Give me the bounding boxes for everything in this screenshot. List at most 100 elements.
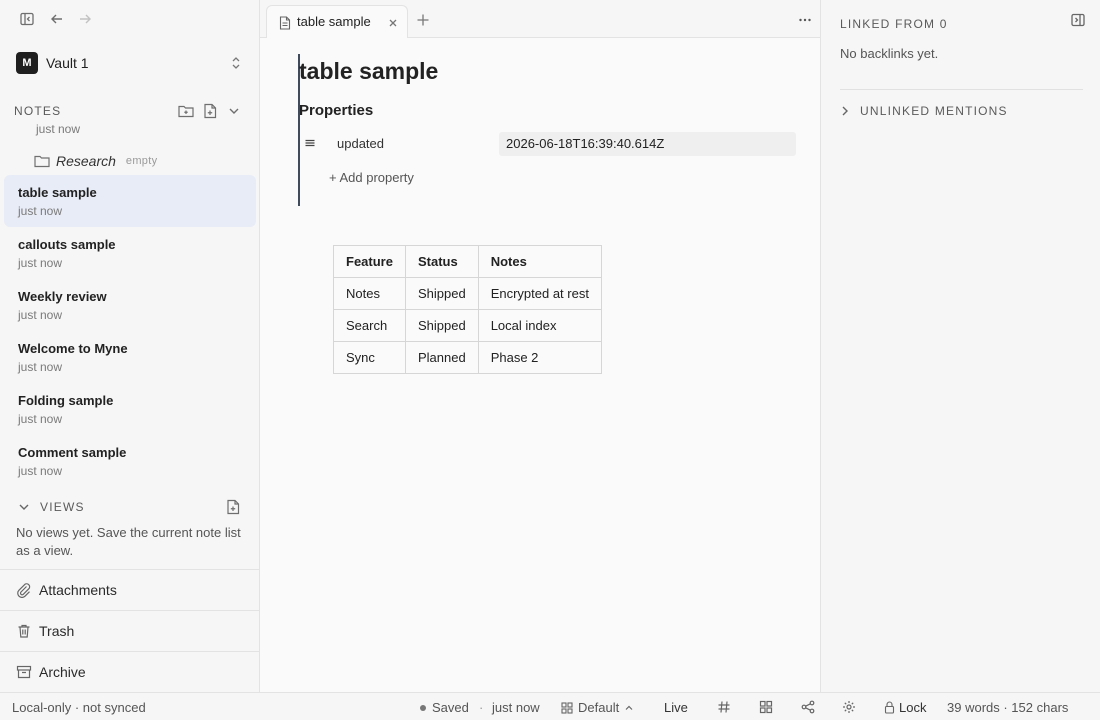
note-item-folding-sample[interactable]: Folding sample just now: [4, 383, 256, 435]
data-table: Feature Status Notes Notes Shipped Encry…: [333, 245, 602, 374]
collapse-notes-chevron-icon[interactable]: [225, 102, 243, 120]
new-tab-plus-icon[interactable]: [415, 12, 431, 28]
live-mode-button[interactable]: Live: [664, 700, 688, 715]
document-body: table sample Properties updated 2026-06-…: [260, 38, 820, 692]
archive-icon: [16, 664, 32, 680]
note-item-callouts-sample[interactable]: callouts sample just now: [4, 227, 256, 279]
grid-view-icon[interactable]: [759, 700, 773, 714]
note-item-weekly-review[interactable]: Weekly review just now: [4, 279, 256, 331]
paperclip-icon: [16, 582, 32, 599]
note-title: Welcome to Myne: [18, 341, 128, 356]
property-key[interactable]: updated: [337, 136, 384, 151]
saved-label: Saved: [432, 700, 469, 715]
unlinked-mentions-label: UNLINKED MENTIONS: [860, 104, 1008, 118]
vault-avatar: M: [16, 52, 38, 74]
note-item-comment-sample[interactable]: Comment sample just now: [4, 435, 256, 487]
close-tab-icon[interactable]: [387, 16, 399, 28]
tab-label: table sample: [297, 14, 371, 29]
note-time: just now: [18, 360, 63, 374]
table-cell[interactable]: Sync: [333, 341, 406, 374]
folder-name: Research: [56, 153, 116, 169]
properties-heading: Properties: [299, 102, 374, 119]
lock-label: Lock: [899, 700, 927, 715]
note-item-table-sample[interactable]: table sample just now: [4, 175, 256, 227]
note-title: Comment sample: [18, 445, 127, 460]
add-property-button[interactable]: + Add property: [329, 170, 414, 185]
trash-link[interactable]: Trash: [0, 610, 259, 651]
chevron-right-icon: [840, 105, 850, 117]
folder-icon: [34, 154, 50, 168]
lock-button[interactable]: Lock: [884, 700, 926, 715]
unlinked-mentions-toggle[interactable]: UNLINKED MENTIONS: [840, 104, 1008, 118]
lock-icon: [884, 701, 895, 714]
table-header-row: Feature Status Notes: [333, 245, 602, 278]
note-time: just now: [18, 204, 63, 218]
separator: ·: [479, 700, 484, 715]
note-time: just now: [18, 464, 63, 478]
new-view-icon[interactable]: [226, 499, 242, 517]
views-header-label: VIEWS: [40, 500, 85, 514]
archive-label: Archive: [39, 664, 86, 680]
forward-arrow-icon[interactable]: [76, 10, 94, 28]
saved-dot-icon: [420, 704, 426, 711]
table-cell[interactable]: Notes: [333, 277, 406, 310]
settings-gear-icon[interactable]: [842, 700, 856, 714]
vault-name: Vault 1: [46, 55, 89, 71]
page-title[interactable]: table sample: [299, 58, 438, 85]
note-time: just now: [36, 122, 81, 136]
saved-time: just now: [492, 700, 540, 715]
table-cell[interactable]: Shipped: [404, 309, 479, 342]
table-row: Notes Shipped Encrypted at rest: [333, 277, 602, 310]
attachments-link[interactable]: Attachments: [0, 569, 259, 610]
note-title: Folding sample: [18, 393, 114, 408]
tab-table-sample[interactable]: table sample: [266, 5, 408, 38]
attachments-label: Attachments: [39, 582, 117, 598]
note-item-welcome[interactable]: Welcome to Myne just now: [4, 331, 256, 383]
note-time: just now: [18, 256, 63, 270]
table-cell[interactable]: Phase 2: [477, 341, 602, 374]
folder-item-research[interactable]: Research empty: [34, 151, 157, 171]
save-status: Saved: [420, 700, 469, 715]
table-header-cell[interactable]: Feature: [333, 245, 406, 278]
views-empty-text: No views yet. Save the current note list…: [16, 525, 241, 558]
note-title: Weekly review: [18, 289, 107, 304]
left-sidebar: M Vault 1 NOTES just now Research empty: [0, 0, 260, 692]
chevron-up-icon: [625, 705, 633, 710]
drag-handle-icon[interactable]: [303, 136, 317, 150]
table-cell[interactable]: Search: [333, 309, 406, 342]
folder-empty-badge: empty: [125, 155, 158, 167]
graph-share-icon[interactable]: [801, 700, 815, 714]
back-arrow-icon[interactable]: [48, 10, 66, 28]
table-row: Sync Planned Phase 2: [333, 341, 602, 374]
views-section-header[interactable]: VIEWS: [18, 500, 85, 514]
notes-section-header: NOTES: [14, 104, 62, 118]
layout-selector[interactable]: Default: [561, 700, 634, 715]
note-time: just now: [18, 308, 63, 322]
table-cell[interactable]: Planned: [404, 341, 479, 374]
toggle-right-panel-icon[interactable]: [1070, 12, 1086, 28]
new-folder-icon[interactable]: [177, 102, 195, 120]
property-value-field[interactable]: 2026-06-18T16:39:40.614Z: [499, 132, 796, 156]
table-header-cell[interactable]: Notes: [477, 245, 602, 278]
document-icon: [279, 16, 291, 30]
note-list: just now Research empty table sample jus…: [0, 122, 260, 494]
table-cell[interactable]: Encrypted at rest: [477, 277, 602, 310]
chevron-up-down-icon: [230, 55, 244, 71]
toggle-sidebar-icon[interactable]: [18, 10, 36, 28]
table-cell[interactable]: Shipped: [404, 277, 479, 310]
hashtag-icon[interactable]: [717, 700, 731, 714]
table-header-cell[interactable]: Status: [404, 245, 479, 278]
table-cell[interactable]: Local index: [477, 309, 602, 342]
note-time: just now: [18, 412, 63, 426]
archive-link[interactable]: Archive: [0, 651, 259, 692]
tab-bar: table sample: [260, 0, 820, 38]
trash-icon: [16, 623, 32, 639]
vault-switcher[interactable]: M Vault 1: [8, 48, 252, 78]
more-options-icon[interactable]: [797, 13, 813, 27]
new-note-icon[interactable]: [201, 102, 219, 120]
editor-pane: table sample table sample Properties upd…: [260, 0, 820, 692]
divider: [840, 89, 1083, 90]
linked-from-header: LINKED FROM 0: [840, 17, 948, 31]
table-row: Search Shipped Local index: [333, 309, 602, 342]
word-char-count: 39 words · 152 chars: [947, 700, 1069, 715]
